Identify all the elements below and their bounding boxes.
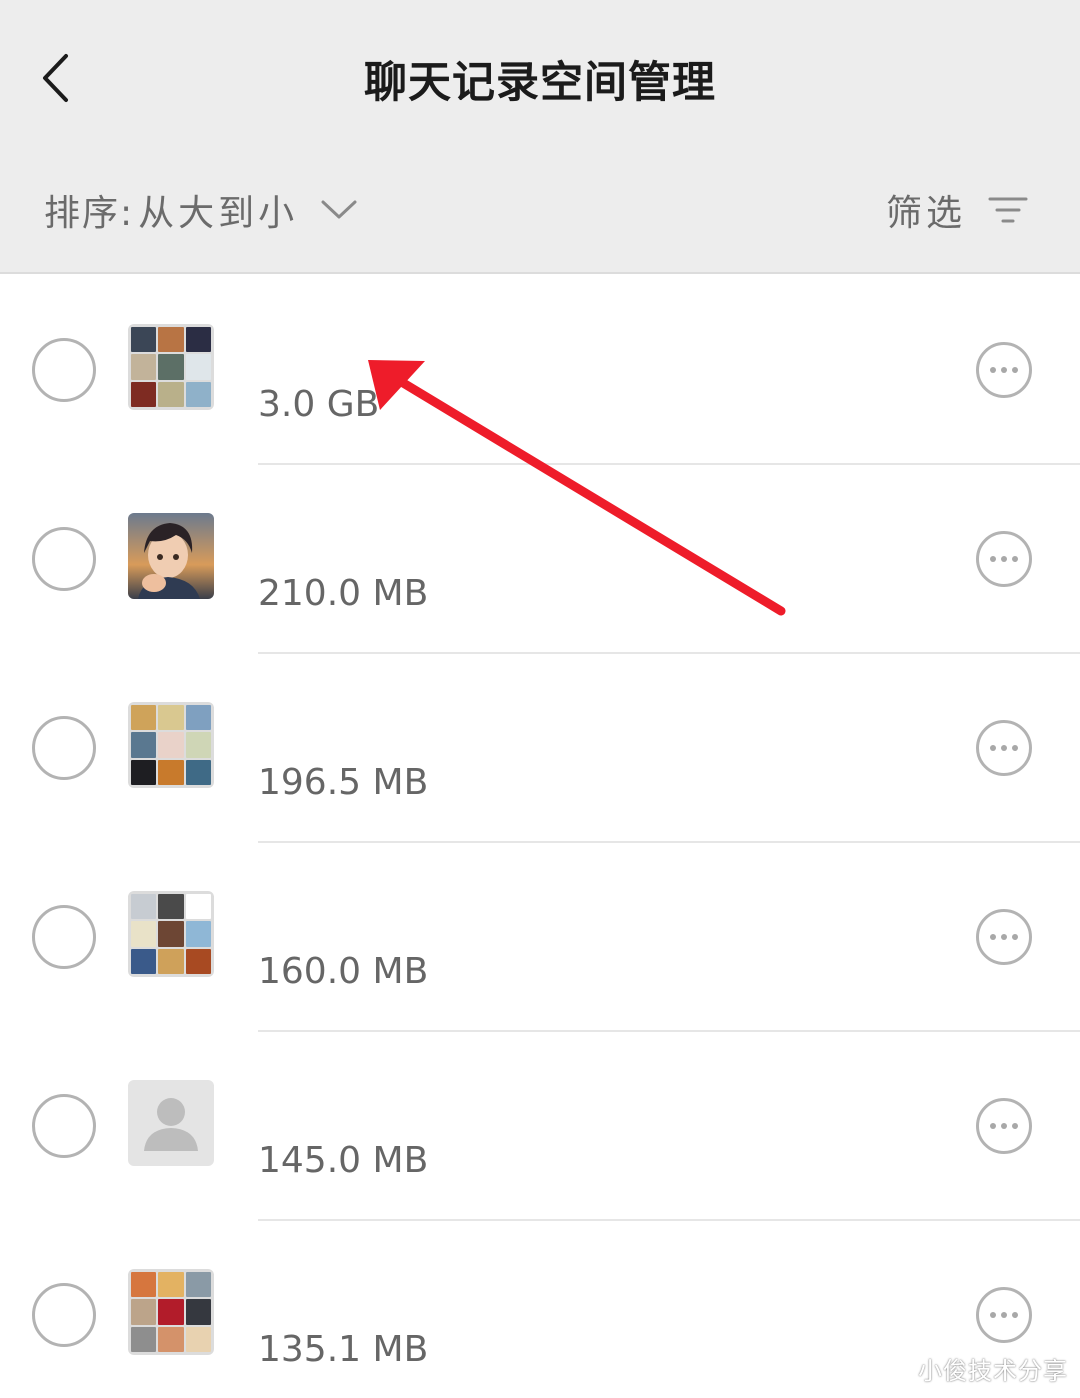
sort-dropdown[interactable]: 排序: 从大到小: [44, 184, 358, 236]
more-dots-icon: [990, 1123, 1018, 1129]
more-options-button[interactable]: [976, 342, 1032, 398]
avatar-tile: [131, 327, 157, 353]
avatar[interactable]: [128, 891, 214, 977]
select-radio[interactable]: [32, 1094, 96, 1158]
more-dots-icon: [990, 556, 1018, 562]
group-avatar-grid: [128, 702, 214, 788]
filter-label: 筛选: [885, 193, 966, 234]
avatar-tile: [185, 732, 211, 758]
avatar-tile: [185, 354, 211, 380]
person-icon: [144, 1098, 198, 1151]
avatar[interactable]: [128, 702, 214, 788]
avatar-tile: [158, 759, 184, 785]
avatar-tile: [131, 1326, 157, 1352]
more-options-button[interactable]: [976, 909, 1032, 965]
top-header: 聊天记录空间管理 排序: 从大到小 筛选: [0, 0, 1080, 274]
avatar-tile: [131, 921, 157, 947]
select-radio[interactable]: [32, 1283, 96, 1347]
avatar[interactable]: [128, 324, 214, 410]
avatar-tile: [185, 381, 211, 407]
avatar-tile: [131, 381, 157, 407]
avatar-tile: [158, 1326, 184, 1352]
sort-label: 排序:: [44, 193, 135, 234]
avatar-tile: [185, 705, 211, 731]
select-radio[interactable]: [32, 905, 96, 969]
avatar-tile: [158, 381, 184, 407]
watermark: 小俊技术分享: [918, 1357, 1068, 1385]
more-dots-icon: [990, 934, 1018, 940]
more-dots-icon: [990, 367, 1018, 373]
chat-row[interactable]: 3.0 GB: [0, 276, 1080, 465]
storage-size: 3.0 GB: [258, 384, 380, 425]
avatar-tile: [158, 354, 184, 380]
avatar-tile: [185, 759, 211, 785]
chevron-down-icon: [320, 199, 358, 221]
sort-value: 从大到小: [138, 193, 299, 234]
storage-size: 210.0 MB: [258, 573, 429, 614]
chat-row[interactable]: 145.0 MB: [0, 1032, 1080, 1221]
avatar-tile: [185, 327, 211, 353]
avatar-tile: [158, 327, 184, 353]
group-avatar-grid: [128, 324, 214, 410]
more-options-button[interactable]: [976, 1287, 1032, 1343]
avatar-tile: [158, 1272, 184, 1298]
storage-size: 135.1 MB: [258, 1329, 429, 1370]
avatar-tile: [158, 732, 184, 758]
avatar-tile: [131, 1272, 157, 1298]
more-dots-icon: [990, 1312, 1018, 1318]
avatar-tile: [131, 732, 157, 758]
page-title: 聊天记录空间管理: [364, 58, 716, 108]
default-avatar: [128, 1080, 214, 1166]
avatar-tile: [158, 1299, 184, 1325]
group-avatar-grid: [128, 1269, 214, 1355]
avatar-tile: [185, 1299, 211, 1325]
avatar-tile: [185, 948, 211, 974]
filter-lines-icon: [988, 195, 1028, 225]
avatar-tile: [158, 921, 184, 947]
chat-row[interactable]: 210.0 MB: [0, 465, 1080, 654]
avatar-tile: [131, 894, 157, 920]
select-radio[interactable]: [32, 716, 96, 780]
avatar-tile: [131, 705, 157, 731]
chat-storage-list: 3.0 GB 210.0 MB 196.5 MB 160.0 MB 145.0 MB 13…: [0, 276, 1080, 1398]
avatar-tile: [131, 1299, 157, 1325]
storage-size: 160.0 MB: [258, 951, 429, 992]
select-radio[interactable]: [32, 338, 96, 402]
avatar[interactable]: [128, 1269, 214, 1355]
storage-size: 145.0 MB: [258, 1140, 429, 1181]
storage-size: 196.5 MB: [258, 762, 429, 803]
avatar-tile: [131, 354, 157, 380]
avatar-tile: [185, 921, 211, 947]
avatar-tile: [158, 705, 184, 731]
filter-button[interactable]: 筛选: [886, 184, 1028, 236]
avatar-tile: [185, 1272, 211, 1298]
avatar-tile: [131, 948, 157, 974]
more-options-button[interactable]: [976, 1098, 1032, 1154]
avatar-tile: [185, 894, 211, 920]
avatar-tile: [158, 894, 184, 920]
portrait-avatar-image: [128, 513, 214, 599]
more-options-button[interactable]: [976, 531, 1032, 587]
avatar-tile: [185, 1326, 211, 1352]
chat-row[interactable]: 196.5 MB: [0, 654, 1080, 843]
avatar-tile: [131, 759, 157, 785]
more-options-button[interactable]: [976, 720, 1032, 776]
avatar[interactable]: [128, 513, 214, 599]
more-dots-icon: [990, 745, 1018, 751]
select-radio[interactable]: [32, 527, 96, 591]
group-avatar-grid: [128, 891, 214, 977]
avatar[interactable]: [128, 1080, 214, 1166]
avatar-tile: [158, 948, 184, 974]
chat-row[interactable]: 160.0 MB: [0, 843, 1080, 1032]
